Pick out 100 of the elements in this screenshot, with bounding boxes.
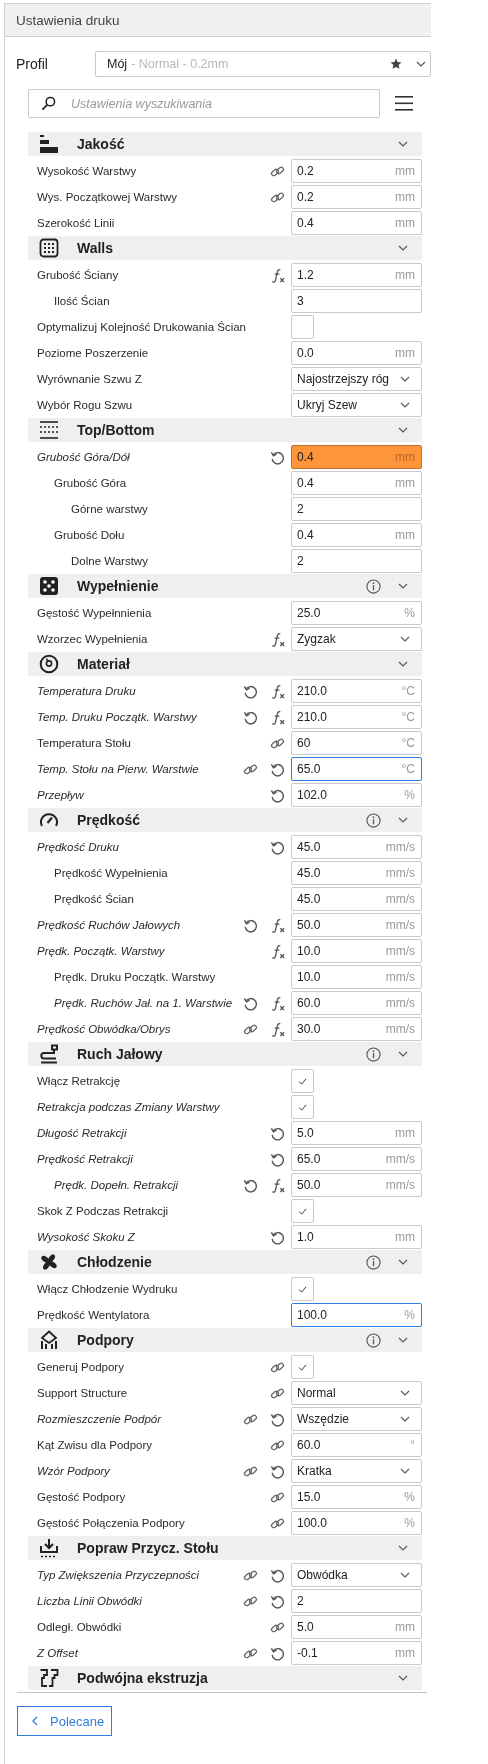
chevron-down-icon[interactable] bbox=[398, 141, 408, 147]
number-field[interactable]: 100.0 % bbox=[291, 1303, 422, 1327]
number-field[interactable]: 0.0 mm bbox=[291, 341, 422, 365]
number-field[interactable]: 2 bbox=[291, 549, 422, 573]
reset-icon[interactable] bbox=[270, 1125, 285, 1141]
info-icon[interactable] bbox=[366, 1046, 381, 1062]
chevron-down-icon[interactable] bbox=[398, 1337, 408, 1343]
number-field[interactable]: 0.4 mm bbox=[291, 471, 422, 495]
link-icon[interactable] bbox=[270, 1437, 285, 1453]
chevron-down-icon[interactable] bbox=[398, 1051, 408, 1057]
reset-icon[interactable] bbox=[270, 839, 285, 855]
link-icon[interactable] bbox=[270, 1489, 285, 1505]
reset-icon[interactable] bbox=[243, 709, 258, 725]
reset-icon[interactable] bbox=[270, 1151, 285, 1167]
section-header[interactable]: Walls bbox=[28, 236, 422, 260]
number-field[interactable]: 60.0 ° bbox=[291, 1433, 422, 1457]
function-icon[interactable] bbox=[270, 943, 285, 959]
number-field[interactable]: 45.0 mm/s bbox=[291, 835, 422, 859]
reset-icon[interactable] bbox=[243, 683, 258, 699]
number-field[interactable]: 65.0 °C bbox=[291, 757, 422, 781]
number-field[interactable]: 45.0 mm/s bbox=[291, 887, 422, 911]
number-field[interactable]: 210.0 °C bbox=[291, 679, 422, 703]
checkbox[interactable] bbox=[291, 1355, 314, 1379]
number-field[interactable]: 0.2 mm bbox=[291, 185, 422, 209]
number-field[interactable]: 0.4 mm bbox=[291, 211, 422, 235]
number-field[interactable]: 3 bbox=[291, 289, 422, 313]
info-icon[interactable] bbox=[366, 812, 381, 828]
function-icon[interactable] bbox=[270, 1177, 285, 1193]
link-icon[interactable] bbox=[270, 1359, 285, 1375]
section-header[interactable]: Top/Bottom bbox=[28, 418, 422, 442]
dropdown[interactable]: Wszędzie bbox=[291, 1407, 422, 1431]
reset-icon[interactable] bbox=[243, 995, 258, 1011]
link-icon[interactable] bbox=[243, 1645, 258, 1661]
reset-icon[interactable] bbox=[270, 787, 285, 803]
link-icon[interactable] bbox=[243, 1463, 258, 1479]
section-header[interactable]: Podwójna ekstruzja bbox=[28, 1666, 422, 1690]
section-header[interactable]: Ruch Jałowy bbox=[28, 1042, 422, 1066]
dropdown[interactable]: Normal bbox=[291, 1381, 422, 1405]
section-header[interactable]: Jakość bbox=[28, 132, 422, 156]
section-header[interactable]: Popraw Przycz. Stołu bbox=[28, 1536, 422, 1560]
info-icon[interactable] bbox=[366, 1332, 381, 1348]
link-icon[interactable] bbox=[270, 735, 285, 751]
reset-icon[interactable] bbox=[270, 1567, 285, 1583]
number-field[interactable]: 10.0 mm/s bbox=[291, 965, 422, 989]
reset-icon[interactable] bbox=[243, 917, 258, 933]
link-icon[interactable] bbox=[243, 1021, 258, 1037]
dropdown[interactable]: Najostrzejszy róg bbox=[291, 367, 422, 391]
number-field[interactable]: 60.0 mm/s bbox=[291, 991, 422, 1015]
section-header[interactable]: Materiał bbox=[28, 652, 422, 676]
reset-icon[interactable] bbox=[270, 761, 285, 777]
function-icon[interactable] bbox=[270, 631, 285, 647]
link-icon[interactable] bbox=[243, 1411, 258, 1427]
chevron-down-icon[interactable] bbox=[398, 661, 408, 667]
number-field[interactable]: 1.0 mm bbox=[291, 1225, 422, 1249]
reset-icon[interactable] bbox=[270, 1463, 285, 1479]
number-field[interactable]: 10.0 mm/s bbox=[291, 939, 422, 963]
link-icon[interactable] bbox=[243, 1593, 258, 1609]
function-icon[interactable] bbox=[270, 995, 285, 1011]
link-icon[interactable] bbox=[270, 1619, 285, 1635]
checkbox[interactable] bbox=[291, 1095, 314, 1119]
section-header[interactable]: Wypełnienie bbox=[28, 574, 422, 598]
link-icon[interactable] bbox=[270, 189, 285, 205]
chevron-down-icon[interactable] bbox=[398, 817, 408, 823]
checkbox[interactable] bbox=[291, 315, 314, 339]
number-field[interactable]: 25.0 % bbox=[291, 601, 422, 625]
chevron-down-icon[interactable] bbox=[398, 427, 408, 433]
number-field[interactable]: 45.0 mm/s bbox=[291, 861, 422, 885]
chevron-down-icon[interactable] bbox=[398, 245, 408, 251]
link-icon[interactable] bbox=[243, 1567, 258, 1583]
section-header[interactable]: Podpory bbox=[28, 1328, 422, 1352]
number-field[interactable]: 30.0 mm/s bbox=[291, 1017, 422, 1041]
number-field[interactable]: 5.0 mm bbox=[291, 1121, 422, 1145]
reset-icon[interactable] bbox=[270, 449, 285, 465]
dropdown[interactable]: Zygzak bbox=[291, 627, 422, 651]
search-field[interactable]: Ustawienia wyszukiwania bbox=[28, 89, 380, 118]
reset-icon[interactable] bbox=[270, 1229, 285, 1245]
profile-dropdown[interactable]: Mój - Normal - 0.2mm bbox=[95, 51, 431, 77]
chevron-down-icon[interactable] bbox=[398, 1259, 408, 1265]
chevron-down-icon[interactable] bbox=[398, 583, 408, 589]
number-field[interactable]: 65.0 mm/s bbox=[291, 1147, 422, 1171]
function-icon[interactable] bbox=[270, 267, 285, 283]
number-field[interactable]: 5.0 mm bbox=[291, 1615, 422, 1639]
link-icon[interactable] bbox=[243, 761, 258, 777]
back-button[interactable]: Polecane bbox=[17, 1706, 112, 1736]
function-icon[interactable] bbox=[270, 917, 285, 933]
reset-icon[interactable] bbox=[270, 1645, 285, 1661]
chevron-down-icon[interactable] bbox=[398, 1675, 408, 1681]
checkbox[interactable] bbox=[291, 1069, 314, 1093]
star-icon[interactable] bbox=[390, 58, 402, 70]
info-icon[interactable] bbox=[366, 1254, 381, 1270]
number-field[interactable]: 50.0 mm/s bbox=[291, 913, 422, 937]
checkbox[interactable] bbox=[291, 1277, 314, 1301]
link-icon[interactable] bbox=[270, 1385, 285, 1401]
function-icon[interactable] bbox=[270, 709, 285, 725]
dropdown[interactable]: Obwódka bbox=[291, 1563, 422, 1587]
dropdown[interactable]: Kratka bbox=[291, 1459, 422, 1483]
number-field[interactable]: 102.0 % bbox=[291, 783, 422, 807]
link-icon[interactable] bbox=[270, 1515, 285, 1531]
number-field[interactable]: -0.1 mm bbox=[291, 1641, 422, 1665]
number-field[interactable]: 0.4 mm bbox=[291, 523, 422, 547]
